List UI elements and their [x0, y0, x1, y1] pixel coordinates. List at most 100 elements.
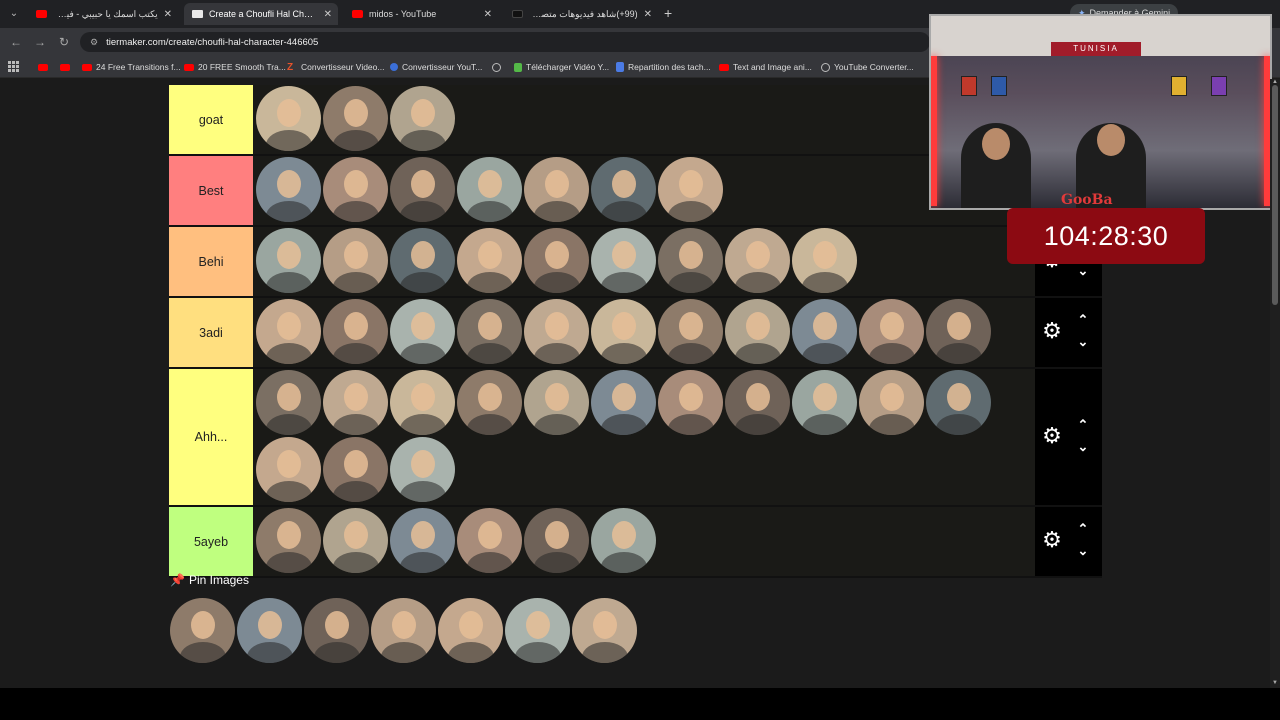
character-avatar[interactable] — [658, 157, 723, 222]
scroll-down-arrow-icon[interactable]: ▼ — [1271, 680, 1279, 686]
bookmark-item[interactable] — [38, 60, 52, 74]
character-avatar[interactable] — [457, 299, 522, 364]
character-avatar[interactable] — [725, 299, 790, 364]
tier-label[interactable]: goat — [169, 85, 253, 154]
character-avatar[interactable] — [524, 228, 589, 293]
character-avatar[interactable] — [323, 370, 388, 435]
scrollbar-thumb[interactable] — [1272, 85, 1278, 305]
character-avatar[interactable] — [658, 228, 723, 293]
tier-settings-gear-icon[interactable]: ⚙ — [1041, 424, 1063, 447]
tier-settings-gear-icon[interactable]: ⚙ — [1041, 320, 1063, 342]
character-avatar[interactable] — [591, 370, 656, 435]
close-icon[interactable]: ✕ — [644, 9, 652, 20]
reload-icon[interactable]: ↻ — [56, 34, 72, 50]
pinned-character-avatar[interactable] — [237, 598, 302, 663]
pinned-character-avatar[interactable] — [371, 598, 436, 663]
tier-label[interactable]: 3adi — [169, 298, 253, 367]
tier-label[interactable]: Behi — [169, 227, 253, 296]
character-avatar[interactable] — [524, 157, 589, 222]
character-avatar[interactable] — [256, 86, 321, 151]
pinned-character-avatar[interactable] — [170, 598, 235, 663]
character-avatar[interactable] — [524, 299, 589, 364]
tier-settings-gear-icon[interactable]: ⚙ — [1041, 529, 1063, 551]
character-avatar[interactable] — [323, 86, 388, 151]
tab-fairuz[interactable]: يكتب اسمك يا حبيبي - فيروز | be ✕ — [28, 3, 178, 25]
character-avatar[interactable] — [323, 508, 388, 573]
character-avatar[interactable] — [457, 157, 522, 222]
character-avatar[interactable] — [256, 157, 321, 222]
close-icon[interactable]: ✕ — [484, 9, 492, 20]
character-avatar[interactable] — [390, 437, 455, 502]
character-avatar[interactable] — [323, 228, 388, 293]
move-tier-down-chevron-icon[interactable]: ⌄ — [1076, 440, 1090, 453]
apps-grid-icon[interactable] — [8, 61, 19, 72]
character-avatar[interactable] — [256, 508, 321, 573]
character-avatar[interactable] — [859, 299, 924, 364]
move-tier-down-chevron-icon[interactable]: ⌄ — [1076, 264, 1090, 277]
tier-label[interactable]: Ahh... — [169, 369, 253, 505]
character-avatar[interactable] — [323, 157, 388, 222]
character-avatar[interactable] — [591, 508, 656, 573]
move-tier-down-chevron-icon[interactable]: ⌄ — [1076, 335, 1090, 348]
move-tier-down-chevron-icon[interactable]: ⌄ — [1076, 544, 1090, 557]
character-avatar[interactable] — [524, 508, 589, 573]
character-avatar[interactable] — [457, 508, 522, 573]
character-avatar[interactable] — [390, 299, 455, 364]
character-avatar[interactable] — [859, 370, 924, 435]
page-scrollbar[interactable]: ▲ ▼ — [1270, 79, 1280, 688]
character-avatar[interactable] — [390, 157, 455, 222]
tab-search-icon[interactable]: ⌄ — [6, 6, 22, 22]
character-avatar[interactable] — [792, 370, 857, 435]
character-avatar[interactable] — [658, 299, 723, 364]
pinned-character-avatar[interactable] — [438, 598, 503, 663]
bookmark-item[interactable] — [492, 60, 505, 74]
character-avatar[interactable] — [792, 299, 857, 364]
bookmark-item[interactable]: Télécharger Vidéo Y... — [514, 60, 609, 74]
character-avatar[interactable] — [658, 370, 723, 435]
character-avatar[interactable] — [256, 370, 321, 435]
character-avatar[interactable] — [457, 370, 522, 435]
character-avatar[interactable] — [926, 299, 991, 364]
character-avatar[interactable] — [390, 370, 455, 435]
site-info-icon[interactable]: ⚙ — [90, 37, 98, 48]
character-avatar[interactable] — [323, 299, 388, 364]
character-avatar[interactable] — [390, 228, 455, 293]
character-avatar[interactable] — [725, 228, 790, 293]
new-tab-button[interactable]: + — [664, 5, 672, 21]
character-avatar[interactable] — [390, 508, 455, 573]
tab-tiktok[interactable]: (99+)شاهد فيديوهات متصدرة | ... ✕ — [504, 3, 658, 25]
move-tier-up-chevron-icon[interactable]: ⌃ — [1076, 522, 1090, 535]
bookmark-item[interactable]: Text and Image ani... — [719, 60, 812, 74]
character-avatar[interactable] — [457, 228, 522, 293]
character-avatar[interactable] — [591, 157, 656, 222]
character-avatar[interactable] — [524, 370, 589, 435]
bookmark-item[interactable]: Convertisseur YouT... — [390, 60, 482, 74]
pinned-character-avatar[interactable] — [572, 598, 637, 663]
close-icon[interactable]: ✕ — [324, 9, 332, 20]
bookmark-item[interactable]: Z Convertisseur Video... — [287, 60, 384, 74]
address-bar[interactable]: ⚙ tiermaker.com/create/choufli-hal-chara… — [80, 32, 930, 52]
character-avatar[interactable] — [725, 370, 790, 435]
character-avatar[interactable] — [390, 86, 455, 151]
character-avatar[interactable] — [256, 299, 321, 364]
forward-arrow-icon[interactable]: → — [32, 34, 48, 50]
character-avatar[interactable] — [323, 437, 388, 502]
move-tier-up-chevron-icon[interactable]: ⌃ — [1076, 313, 1090, 326]
bookmark-item[interactable]: 24 Free Transitions f... — [82, 60, 181, 74]
move-tier-up-chevron-icon[interactable]: ⌃ — [1076, 418, 1090, 431]
tab-midos[interactable]: midos - YouTube ✕ — [344, 3, 498, 25]
pinned-character-avatar[interactable] — [304, 598, 369, 663]
tier-label[interactable]: 5ayeb — [169, 507, 253, 576]
character-avatar[interactable] — [256, 437, 321, 502]
pinned-character-avatar[interactable] — [505, 598, 570, 663]
bookmark-item[interactable]: YouTube Converter... — [821, 60, 914, 74]
character-avatar[interactable] — [591, 299, 656, 364]
tier-label[interactable]: Best — [169, 156, 253, 225]
character-avatar[interactable] — [256, 228, 321, 293]
bookmark-item[interactable] — [60, 60, 74, 74]
character-avatar[interactable] — [792, 228, 857, 293]
bookmark-item[interactable]: Repartition des tach... — [616, 60, 711, 74]
bookmark-item[interactable]: 20 FREE Smooth Tra... — [184, 60, 286, 74]
close-icon[interactable]: ✕ — [164, 9, 172, 20]
character-avatar[interactable] — [926, 370, 991, 435]
